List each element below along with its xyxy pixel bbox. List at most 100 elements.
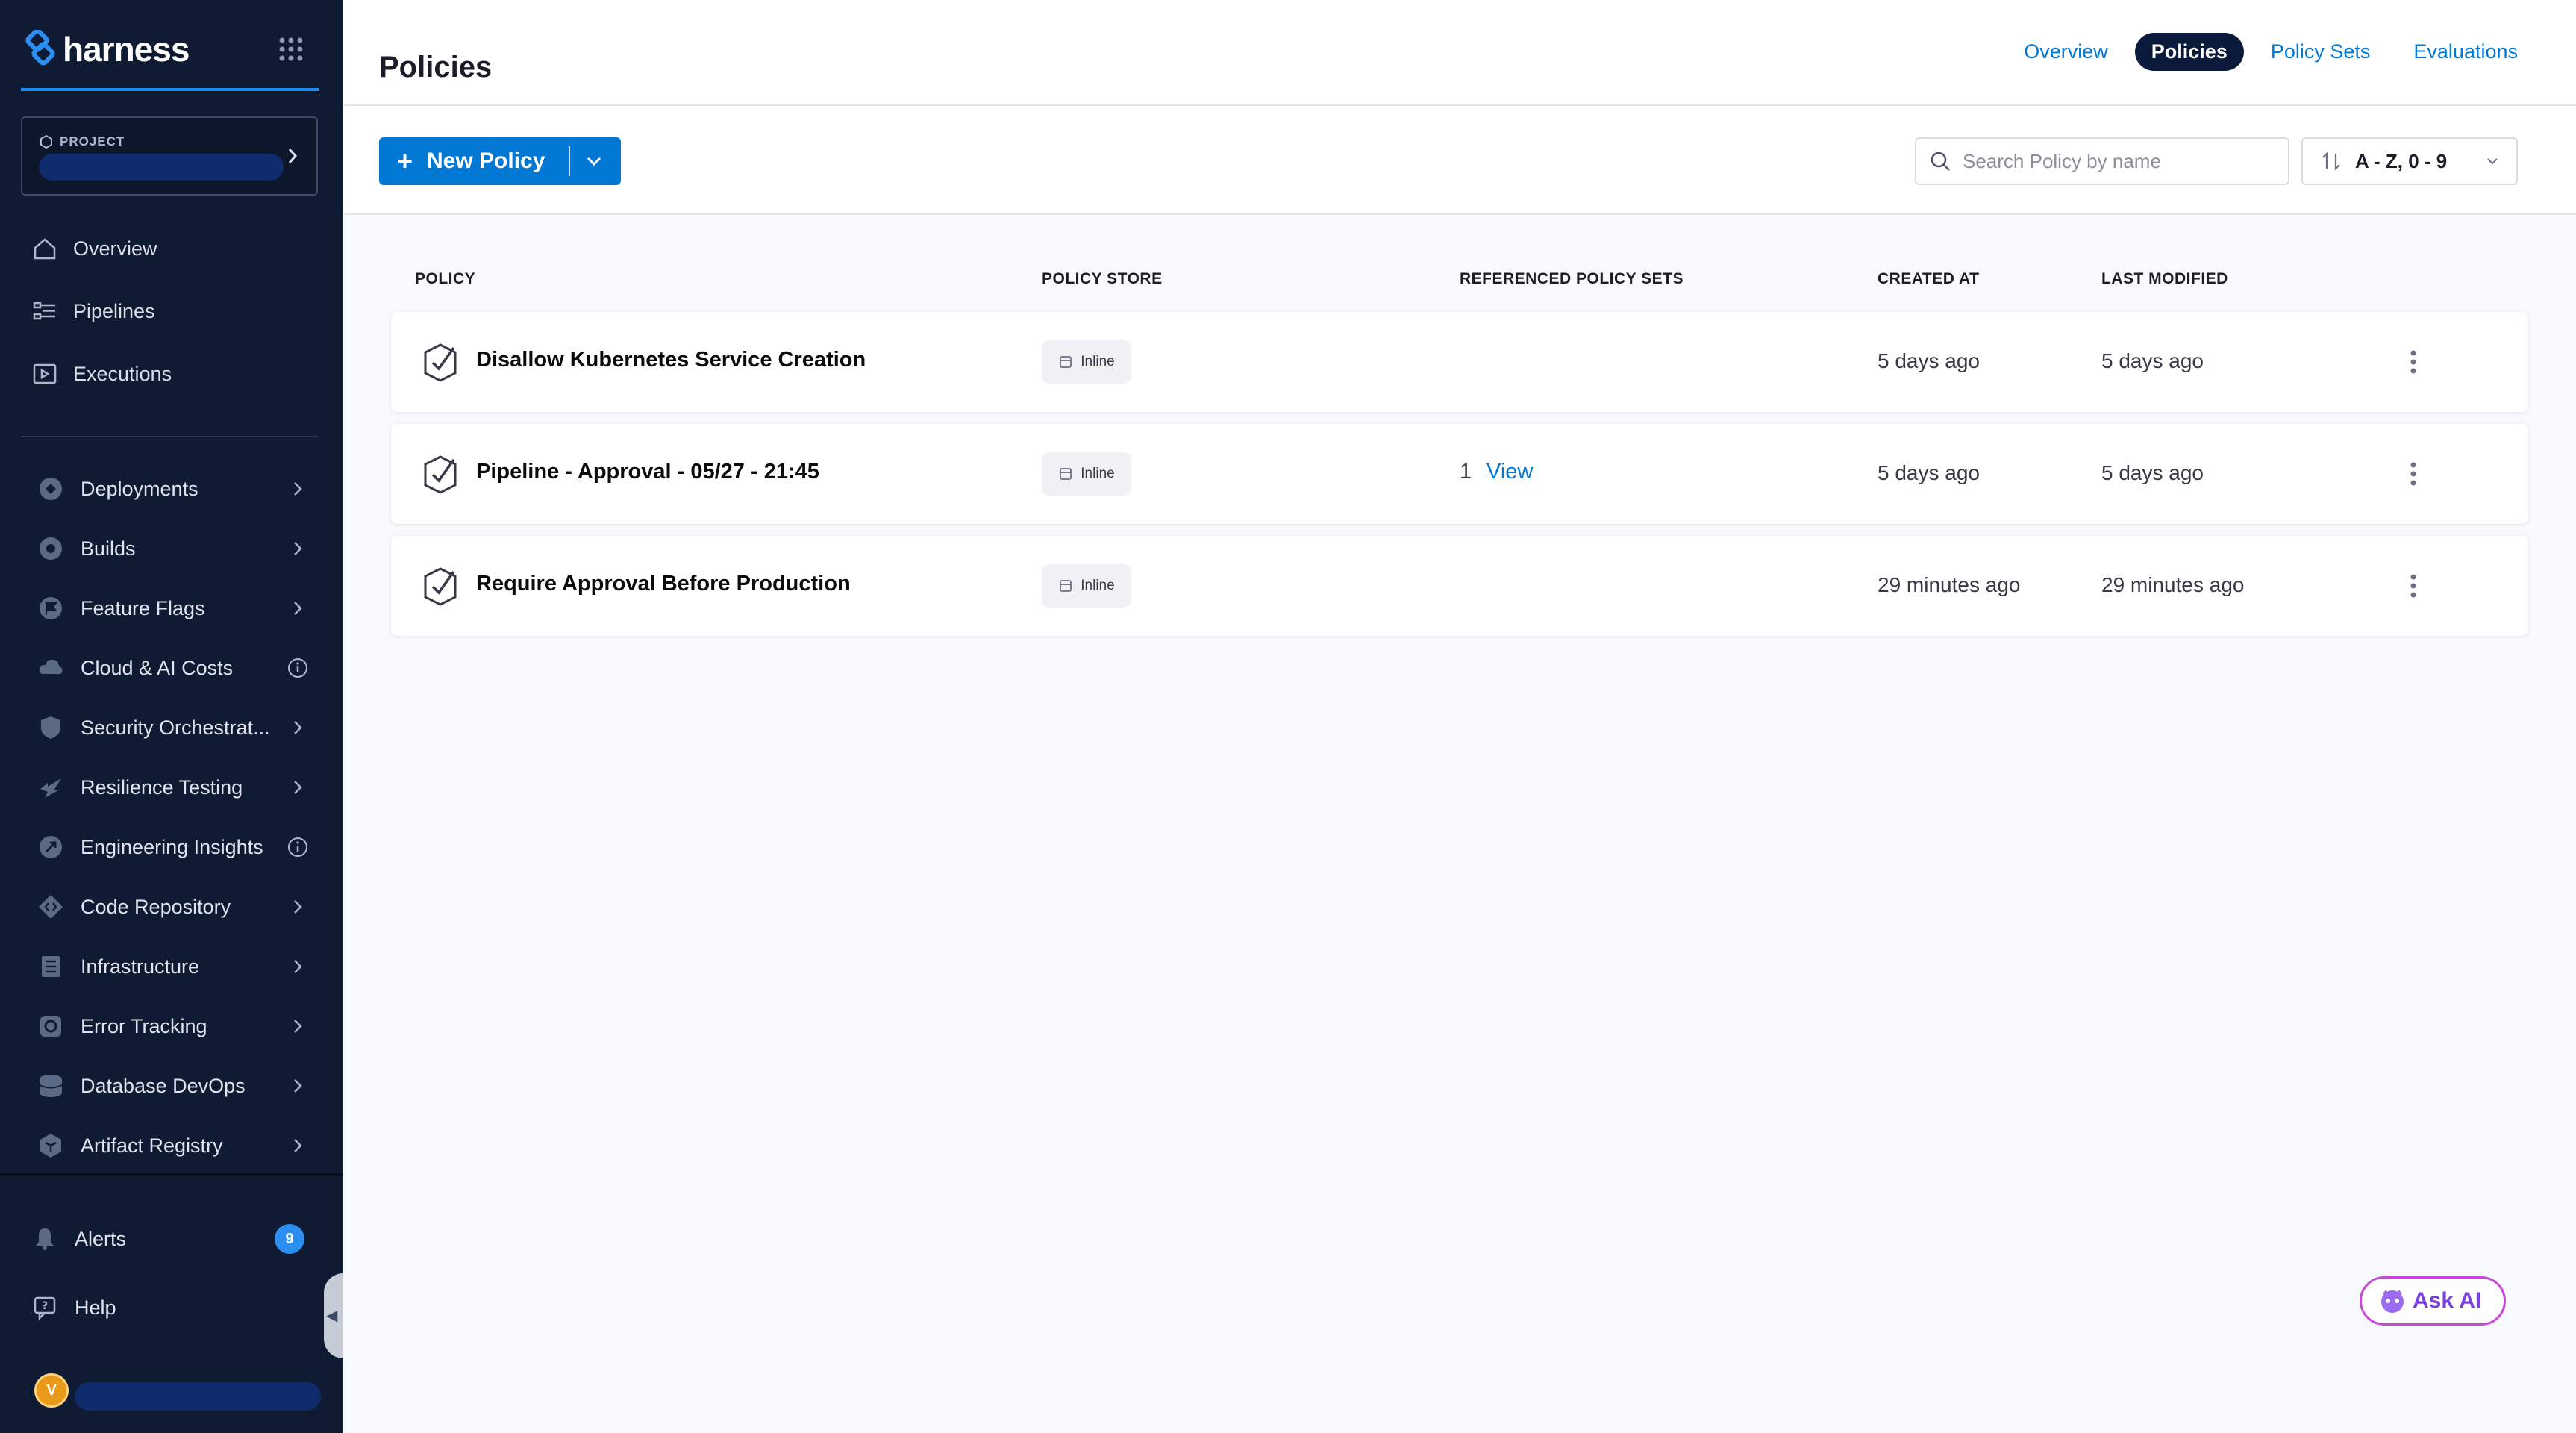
bell-icon xyxy=(30,1224,60,1254)
column-header-referenced-policy-sets[interactable]: REFERENCED POLICY SETS xyxy=(1460,270,1684,288)
sidebar-item-label: Database DevOps xyxy=(81,1074,246,1097)
tab-policies[interactable]: Policies xyxy=(2134,33,2244,71)
policy-store-badge: Inline xyxy=(1042,340,1131,384)
policy-icon xyxy=(424,343,457,382)
ask-ai-button[interactable]: Ask AI xyxy=(2360,1276,2506,1326)
inline-store-icon xyxy=(1060,356,1072,368)
search-box[interactable] xyxy=(1915,137,2289,185)
sidebar-item-label: Artifact Registry xyxy=(81,1134,223,1157)
plus-icon: + xyxy=(397,146,413,176)
sidebar-item-label: Cloud & AI Costs xyxy=(81,656,234,679)
sidebar-collapse-toggle[interactable]: ◀ xyxy=(324,1273,343,1358)
policy-store-label: Inline xyxy=(1081,354,1115,369)
sidebar-item-label: Resilience Testing xyxy=(81,775,243,799)
table-row[interactable]: Disallow Kubernetes Service Creation Inl… xyxy=(391,312,2528,412)
chevron-down-icon xyxy=(2487,158,2498,165)
database-icon xyxy=(36,1071,66,1101)
sidebar-item-label: Code Repository xyxy=(81,895,231,918)
resilience-icon xyxy=(36,772,66,802)
project-icon xyxy=(40,134,52,149)
sidebar-item-label: Builds xyxy=(81,537,136,560)
sidebar-item-executions[interactable]: Executions xyxy=(30,353,172,395)
sidebar: harness PROJECT Overview Pipelines Execu… xyxy=(0,0,343,1433)
column-header-last-modified[interactable]: LAST MODIFIED xyxy=(2101,270,2228,288)
insights-icon xyxy=(36,832,66,862)
project-selector[interactable]: PROJECT xyxy=(21,116,318,196)
executions-icon xyxy=(30,359,60,389)
sidebar-item-label: Security Orchestrat... xyxy=(81,716,270,739)
column-header-created-at[interactable]: CREATED AT xyxy=(1878,270,1979,288)
chevron-down-icon[interactable] xyxy=(581,148,607,175)
sidebar-item-code-repository[interactable]: Code Repository xyxy=(36,886,310,928)
help-icon: ? xyxy=(30,1293,60,1323)
inline-store-icon xyxy=(1060,468,1072,480)
sidebar-item-deployments[interactable]: Deployments xyxy=(36,468,310,510)
sidebar-item-label: Pipelines xyxy=(73,299,155,322)
search-input[interactable] xyxy=(1963,149,2276,173)
sidebar-item-alerts[interactable]: Alerts 9 xyxy=(30,1218,304,1260)
builds-icon xyxy=(36,534,66,563)
ai-assistant-icon xyxy=(2381,1290,2404,1313)
sidebar-item-pipelines[interactable]: Pipelines xyxy=(30,290,155,332)
policy-name[interactable]: Require Approval Before Production xyxy=(476,572,851,596)
table-row[interactable]: Pipeline - Approval - 05/27 - 21:45 Inli… xyxy=(391,424,2528,524)
column-header-policy[interactable]: POLICY xyxy=(415,270,475,288)
chevron-right-icon xyxy=(288,149,298,163)
chevron-right-icon xyxy=(285,954,310,979)
more-options-icon[interactable] xyxy=(2398,569,2428,603)
page-header: Policies Overview Policies Policy Sets E… xyxy=(343,0,2576,106)
tab-overview[interactable]: Overview xyxy=(2007,33,2125,71)
sidebar-item-feature-flags[interactable]: Feature Flags xyxy=(36,587,310,629)
brand[interactable]: harness xyxy=(21,30,319,91)
sidebar-divider xyxy=(21,436,318,437)
tab-policy-sets[interactable]: Policy Sets xyxy=(2254,33,2387,71)
brand-name: harness xyxy=(63,30,190,69)
policy-icon xyxy=(424,455,457,494)
policy-icon xyxy=(424,567,457,606)
info-icon[interactable] xyxy=(285,834,310,860)
last-modified: 5 days ago xyxy=(2101,349,2204,372)
header-tabs: Overview Policies Policy Sets Evaluation… xyxy=(2007,33,2534,71)
more-options-icon[interactable] xyxy=(2398,345,2428,379)
info-icon[interactable] xyxy=(285,655,310,681)
sidebar-item-infrastructure[interactable]: Infrastructure xyxy=(36,946,310,987)
chevron-right-icon xyxy=(285,476,310,502)
referenced-sets-count: 1 xyxy=(1460,460,1472,484)
feature-flags-icon xyxy=(36,593,66,623)
chevron-right-icon xyxy=(285,596,310,621)
policy-name[interactable]: Disallow Kubernetes Service Creation xyxy=(476,348,866,372)
sidebar-item-label: Overview xyxy=(73,237,157,260)
sidebar-item-engineering-insights[interactable]: Engineering Insights xyxy=(36,826,310,868)
sort-dropdown[interactable]: A - Z, 0 - 9 xyxy=(2301,137,2518,185)
page-title: Policies xyxy=(379,51,493,84)
sidebar-item-resilience-testing[interactable]: Resilience Testing xyxy=(36,767,310,808)
sidebar-item-label: Feature Flags xyxy=(81,596,205,619)
sidebar-item-builds[interactable]: Builds xyxy=(36,528,310,569)
avatar[interactable]: V xyxy=(34,1373,69,1408)
pipelines-icon xyxy=(30,296,60,326)
table-row[interactable]: Require Approval Before Production Inlin… xyxy=(391,536,2528,636)
sidebar-item-overview[interactable]: Overview xyxy=(30,228,157,269)
sidebar-item-database-devops[interactable]: Database DevOps xyxy=(36,1065,310,1107)
sidebar-item-security-orchestration[interactable]: Security Orchestrat... xyxy=(36,707,310,749)
chevron-right-icon xyxy=(285,536,310,561)
code-icon xyxy=(36,892,66,922)
view-policy-sets-link[interactable]: View xyxy=(1486,460,1533,484)
sidebar-item-error-tracking[interactable]: Error Tracking xyxy=(36,1005,310,1047)
sidebar-item-cloud-costs[interactable]: Cloud & AI Costs xyxy=(36,647,310,689)
app-grid-icon[interactable] xyxy=(278,36,304,63)
sort-icon xyxy=(2322,152,2340,171)
infrastructure-icon xyxy=(36,952,66,981)
sidebar-item-help[interactable]: ? Help xyxy=(30,1287,304,1329)
caret-left-icon: ◀ xyxy=(326,1308,338,1324)
policy-name[interactable]: Pipeline - Approval - 05/27 - 21:45 xyxy=(476,460,819,484)
new-policy-button[interactable]: + New Policy xyxy=(379,137,621,185)
sidebar-item-label: Deployments xyxy=(81,477,198,500)
column-header-policy-store[interactable]: POLICY STORE xyxy=(1042,270,1163,288)
deployments-icon xyxy=(36,474,66,504)
more-options-icon[interactable] xyxy=(2398,457,2428,491)
project-name-redacted xyxy=(39,154,284,181)
tab-evaluations[interactable]: Evaluations xyxy=(2397,33,2534,71)
sidebar-item-artifact-registry[interactable]: Artifact Registry xyxy=(36,1125,310,1167)
sidebar-item-label: Help xyxy=(75,1296,116,1319)
